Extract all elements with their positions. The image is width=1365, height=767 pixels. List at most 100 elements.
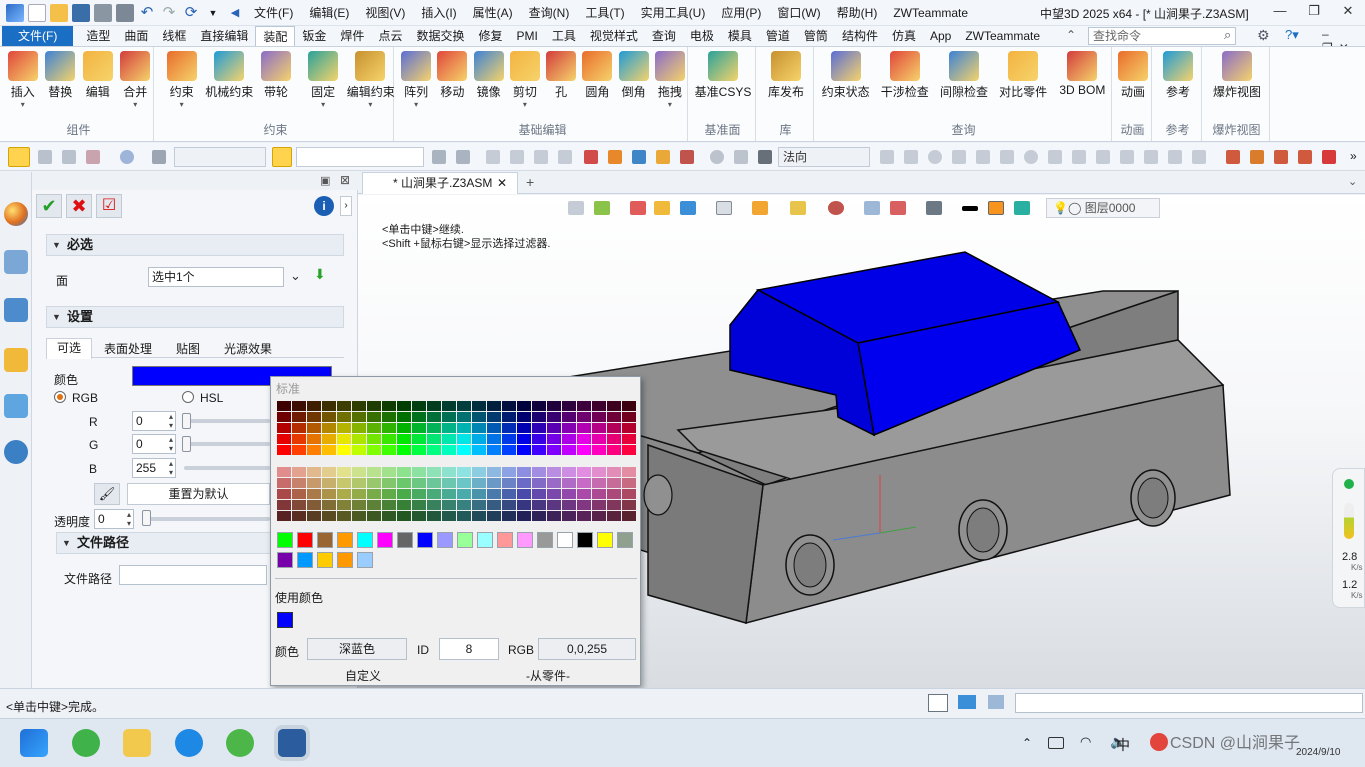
id-field[interactable]: 8 [439,638,499,660]
color-swatch[interactable] [337,445,351,455]
color-swatch[interactable] [307,423,321,433]
color-swatch[interactable] [562,511,576,521]
color-swatch[interactable] [607,467,621,477]
basic-color-swatch[interactable] [357,532,373,548]
hierarchy-icon[interactable] [4,298,28,322]
color-swatch[interactable] [412,500,426,510]
basic-color-swatch[interactable] [337,552,353,568]
apply-icon[interactable]: ☑ [96,194,122,218]
color-swatch[interactable] [292,401,306,411]
color-swatch[interactable] [502,489,516,499]
color-swatch[interactable] [472,412,486,422]
color-swatch[interactable] [397,423,411,433]
color-swatch[interactable] [607,511,621,521]
color-swatch[interactable] [547,445,561,455]
color-swatch[interactable] [352,412,366,422]
basic-color-swatch[interactable] [317,552,333,568]
color-swatch[interactable] [487,401,501,411]
color-swatch[interactable] [607,500,621,510]
basic-color-swatch[interactable] [297,552,313,568]
color-swatch[interactable] [277,467,291,477]
toolbar-tool-icon[interactable] [1000,150,1014,164]
color-swatch[interactable] [502,412,516,422]
color-swatch[interactable] [472,478,486,488]
ribbon-tab[interactable]: 工具 [545,26,583,46]
toolbar-tool-icon[interactable] [1192,150,1206,164]
color-swatch[interactable] [322,500,336,510]
toolbar-tool-icon[interactable] [976,150,990,164]
toolbar-tool-icon[interactable] [456,150,470,164]
ribbon-tab[interactable]: 电极 [683,26,721,46]
color-swatch[interactable] [562,500,576,510]
ribbon-tab[interactable]: ZWTeammate [958,26,1047,46]
menu-item[interactable]: 帮助(H) [837,4,878,21]
color-swatch[interactable] [472,511,486,521]
toolbar-tool-icon[interactable] [758,150,772,164]
color-swatch[interactable] [352,445,366,455]
color-swatch[interactable] [472,467,486,477]
color-swatch[interactable] [352,423,366,433]
color-swatch[interactable] [322,445,336,455]
color-swatch[interactable] [337,412,351,422]
color-swatch[interactable] [517,434,531,444]
color-swatch[interactable] [367,500,381,510]
filepath-input[interactable] [119,565,267,585]
wechat-icon[interactable] [226,729,254,757]
color-swatch[interactable] [277,489,291,499]
dropdown-arrow-icon[interactable]: ▾ [650,100,690,110]
command-search-input[interactable]: 查找命令 [1088,27,1236,45]
color-swatch[interactable] [622,489,636,499]
r-slider[interactable] [184,419,270,423]
dropdown-arrow-icon[interactable]: ▾ [3,100,43,110]
color-swatch[interactable] [532,401,546,411]
toolbar-tool-icon[interactable] [710,150,724,164]
color-swatch[interactable] [517,489,531,499]
filter-combo[interactable] [174,147,266,167]
color-swatch[interactable] [307,489,321,499]
toolbar-tool-icon[interactable] [1144,150,1158,164]
color-swatch[interactable] [592,467,606,477]
color-swatch[interactable] [472,423,486,433]
ribbon-tab[interactable]: PMI [509,26,544,46]
file-menu-tab[interactable]: 文件(F) [2,26,74,46]
color-swatch[interactable] [277,500,291,510]
color-swatch[interactable] [577,434,591,444]
color-swatch[interactable] [592,500,606,510]
color-swatch[interactable] [352,467,366,477]
wifi-icon[interactable]: ◠ [1080,734,1091,750]
download-icon[interactable]: ⬇ [314,266,326,283]
toolbar-tool-icon[interactable] [1096,150,1110,164]
color-swatch[interactable] [352,489,366,499]
new-file-icon[interactable] [28,3,46,22]
toolbar-tool-icon[interactable] [1168,150,1182,164]
toolbar-tool-icon[interactable] [656,150,670,164]
basic-color-swatch[interactable] [297,532,313,548]
toolbar-tool-icon[interactable] [632,150,646,164]
color-swatch[interactable] [397,434,411,444]
toolbar-tool-icon[interactable] [952,150,966,164]
color-swatch[interactable] [277,434,291,444]
color-swatch[interactable] [322,423,336,433]
menu-item[interactable]: 实用工具(U) [641,4,706,21]
color-swatch[interactable] [547,434,561,444]
refresh-icon[interactable]: ⟳ [182,4,200,22]
color-swatch[interactable] [292,500,306,510]
color-swatch[interactable] [292,423,306,433]
color-swatch[interactable] [367,401,381,411]
command-input-field[interactable] [1015,693,1363,713]
toolbar-tool-icon[interactable] [558,150,572,164]
ribbon-button[interactable]: 对比零件 [994,51,1053,100]
ribbon-button[interactable]: 间隙检查 [934,51,993,100]
color-swatch[interactable] [307,412,321,422]
color-swatch[interactable] [622,434,636,444]
dropdown-arrow-icon[interactable]: ▾ [505,100,545,110]
color-swatch[interactable] [457,511,471,521]
color-swatch[interactable] [547,423,561,433]
color-swatch[interactable] [547,467,561,477]
color-swatch[interactable] [382,489,396,499]
ribbon-tab[interactable]: 直接编辑 [193,26,255,46]
color-swatch[interactable] [592,478,606,488]
color-swatch[interactable] [592,445,606,455]
menu-item[interactable]: 文件(F) [254,4,293,21]
color-swatch[interactable] [337,401,351,411]
